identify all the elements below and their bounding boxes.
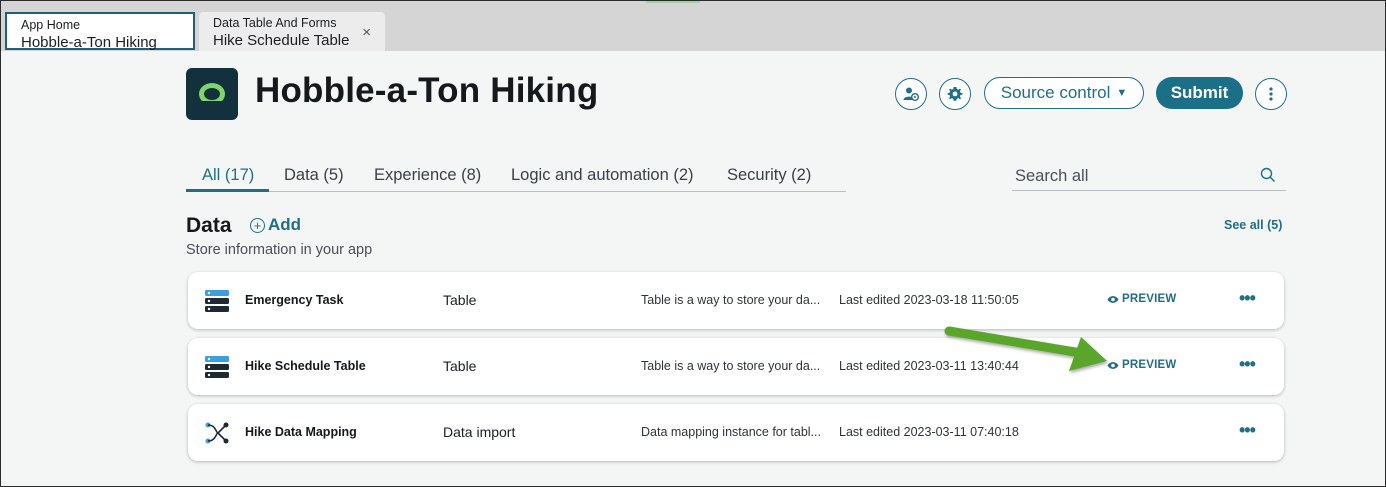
- tab-subtitle: Hike Schedule Table: [213, 32, 350, 49]
- filter-tabs: All (17) Data (5) Experience (8) Logic a…: [186, 163, 846, 192]
- user-settings-button[interactable]: [895, 78, 927, 110]
- preview-label: PREVIEW: [1122, 359, 1177, 371]
- item-last-edited: Last edited 2023-03-11 07:40:18: [839, 425, 1019, 439]
- search-icon[interactable]: [1260, 167, 1276, 183]
- tab-strip-indicator: [646, 1, 700, 3]
- tab-data-table-and-forms[interactable]: Data Table And Forms Hike Schedule Table…: [199, 12, 385, 51]
- source-control-dropdown[interactable]: Source control ▼: [984, 77, 1144, 109]
- list-item[interactable]: Emergency Task Table Table is a way to s…: [188, 272, 1284, 329]
- item-type: Table: [443, 292, 477, 308]
- tab-title: Data Table And Forms: [213, 16, 337, 30]
- settings-button[interactable]: [939, 78, 971, 110]
- plus-circle-icon: +: [250, 217, 265, 233]
- section-title: Data: [186, 214, 232, 237]
- filter-tab-all[interactable]: All (17): [202, 166, 254, 185]
- more-actions-icon[interactable]: •••: [1239, 288, 1256, 309]
- see-all-link[interactable]: See all (5): [1224, 218, 1282, 232]
- tab-app-home[interactable]: App Home Hobble-a-Ton Hiking: [5, 12, 195, 51]
- tab-title: App Home: [21, 18, 81, 32]
- add-label: Add: [268, 215, 302, 234]
- close-icon[interactable]: ×: [362, 24, 371, 41]
- filter-tab-security[interactable]: Security (2): [727, 166, 811, 185]
- item-description: Data mapping instance for tabl...: [641, 425, 821, 439]
- data-mapping-icon: [205, 422, 229, 444]
- preview-button[interactable]: PREVIEW: [1107, 359, 1176, 371]
- user-settings-icon: [903, 87, 919, 101]
- item-type: Table: [443, 358, 477, 374]
- kebab-menu-icon: [1269, 87, 1273, 101]
- more-actions-icon[interactable]: •••: [1239, 420, 1256, 441]
- list-item[interactable]: Hike Data Mapping Data import Data mappi…: [188, 404, 1284, 461]
- caret-down-icon: ▼: [1116, 87, 1128, 99]
- list-item[interactable]: Hike Schedule Table Table Table is a way…: [188, 338, 1284, 395]
- more-actions-icon[interactable]: •••: [1239, 354, 1256, 375]
- item-name[interactable]: Emergency Task: [245, 293, 343, 307]
- source-control-label: Source control: [1000, 83, 1111, 102]
- app-logo: [186, 68, 238, 120]
- submit-button[interactable]: Submit: [1156, 77, 1243, 109]
- search-input[interactable]: [1015, 163, 1255, 189]
- page-title: Hobble-a-Ton Hiking: [255, 71, 599, 110]
- section-subtitle: Store information in your app: [186, 242, 373, 258]
- item-description: Table is a way to store your da...: [641, 293, 821, 307]
- item-name[interactable]: Hike Data Mapping: [245, 425, 357, 439]
- eye-icon: [1107, 361, 1119, 369]
- item-last-edited: Last edited 2023-03-11 13:40:44: [839, 359, 1019, 373]
- eye-icon: [1107, 295, 1119, 303]
- add-button[interactable]: + Add: [250, 215, 301, 235]
- gear-icon: [947, 87, 963, 101]
- search-box: [1012, 163, 1286, 191]
- item-type: Data import: [443, 424, 516, 440]
- active-tab-indicator: [186, 189, 269, 192]
- table-icon: [205, 356, 229, 378]
- more-options-button[interactable]: [1255, 78, 1287, 110]
- item-name[interactable]: Hike Schedule Table: [245, 359, 366, 373]
- filter-tab-data[interactable]: Data (5): [284, 166, 344, 185]
- tab-strip: App Home Hobble-a-Ton Hiking Data Table …: [1, 1, 1385, 51]
- filter-tab-experience[interactable]: Experience (8): [374, 166, 481, 185]
- item-description: Table is a way to store your da...: [641, 359, 821, 373]
- preview-label: PREVIEW: [1122, 293, 1177, 305]
- item-last-edited: Last edited 2023-03-18 11:50:05: [839, 293, 1019, 307]
- tab-subtitle: Hobble-a-Ton Hiking: [21, 34, 157, 51]
- table-icon: [205, 290, 229, 312]
- filter-tab-logic-automation[interactable]: Logic and automation (2): [511, 166, 694, 185]
- preview-button[interactable]: PREVIEW: [1107, 293, 1176, 305]
